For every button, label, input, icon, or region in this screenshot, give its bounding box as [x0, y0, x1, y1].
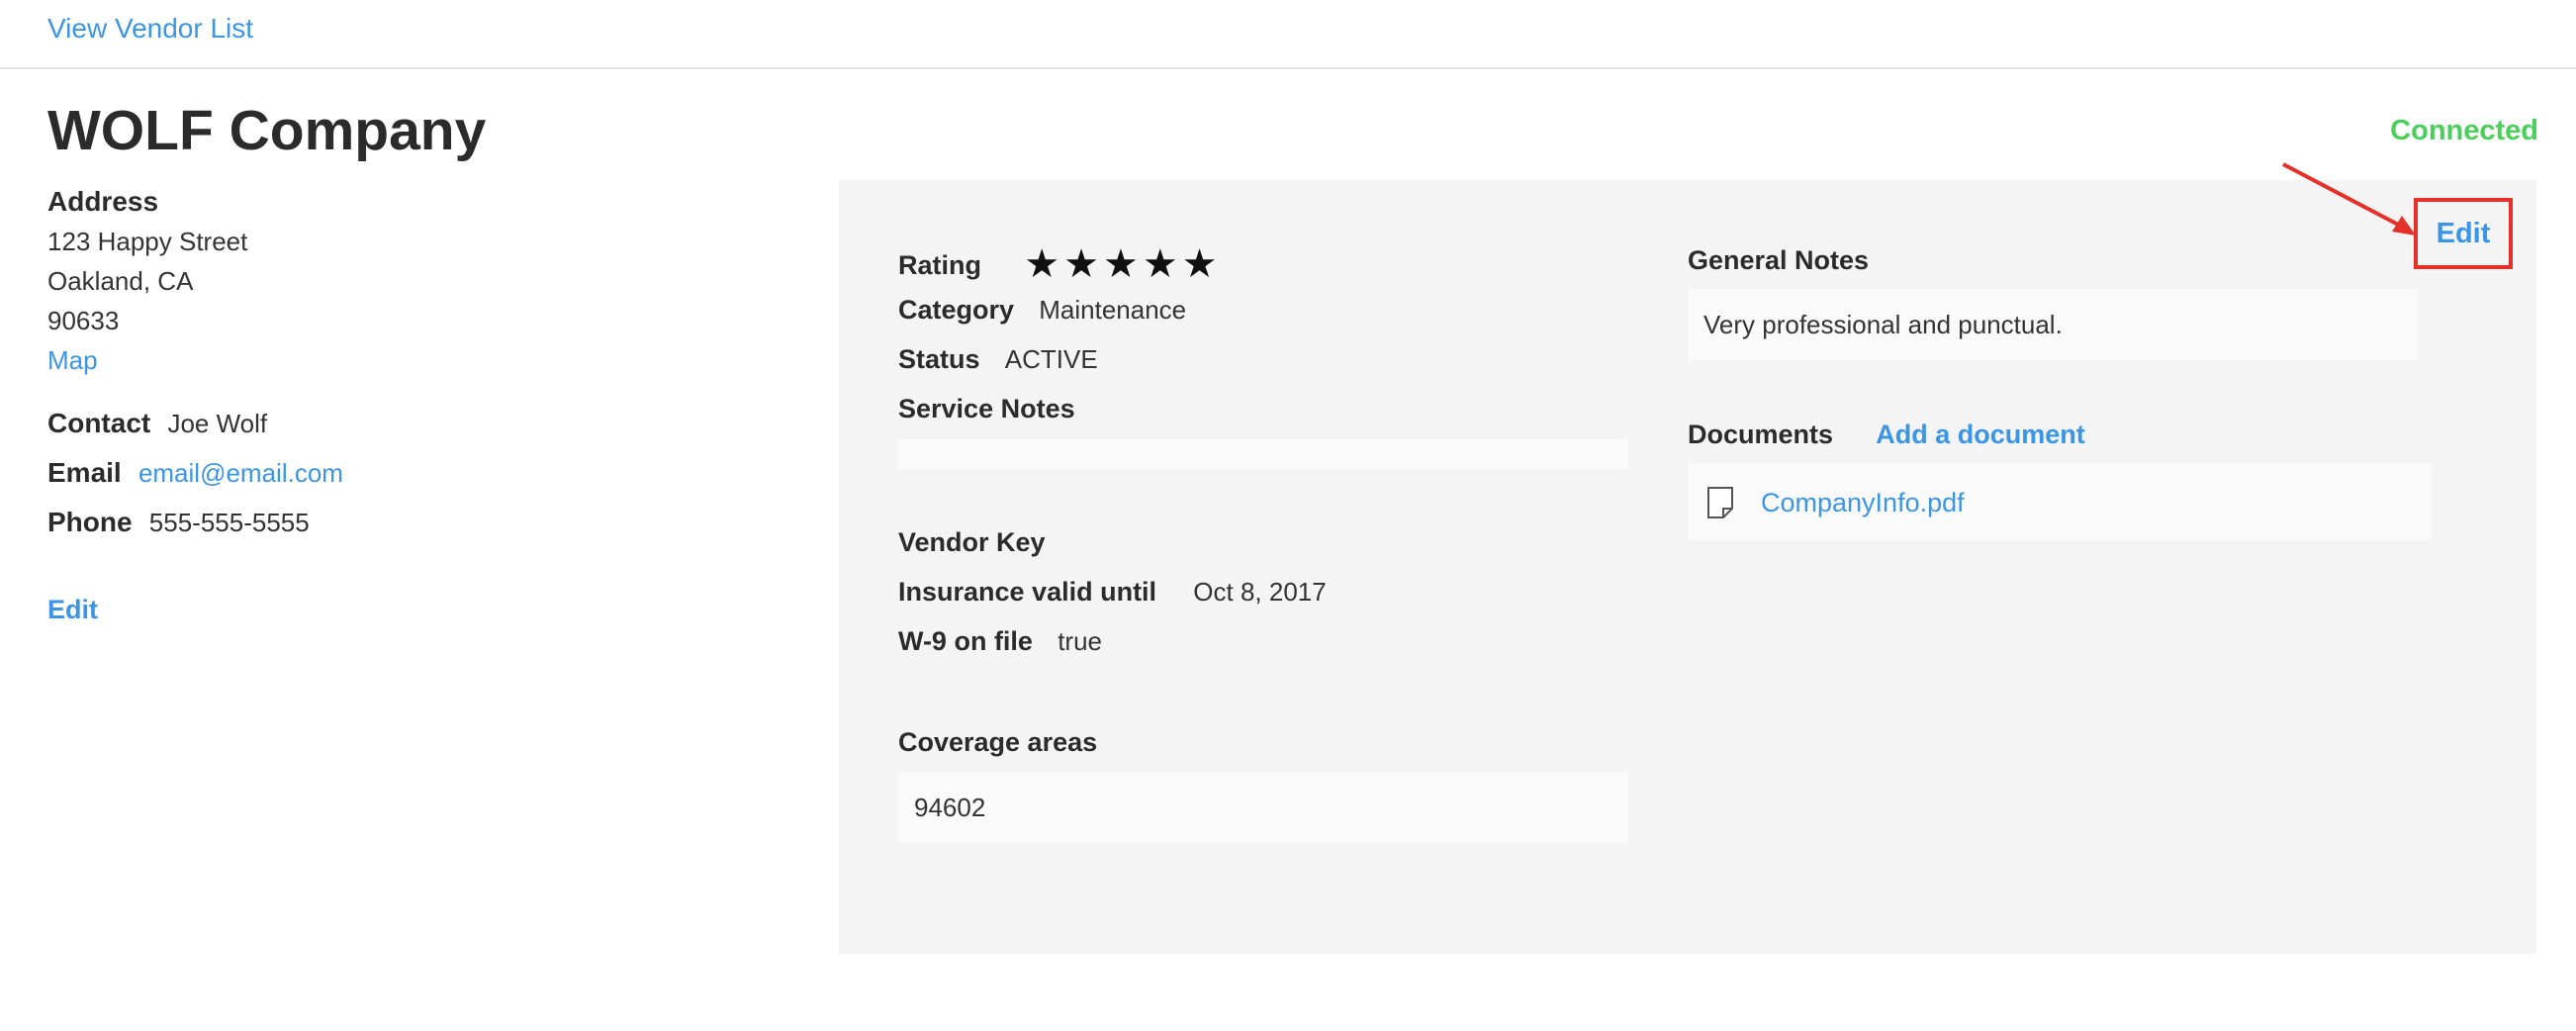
phone-value: 555-555-5555 [148, 508, 310, 537]
category-value: Maintenance [1039, 295, 1187, 325]
view-vendor-list-link[interactable]: View Vendor List [47, 13, 253, 45]
email-link[interactable]: email@email.com [138, 458, 343, 488]
documents-header: Documents Add a document [1688, 420, 2085, 450]
edit-details-button[interactable]: Edit [2437, 218, 2491, 250]
document-icon [1707, 487, 1733, 518]
vendor-info-column: Address 123 Happy Street Oakland, CA 906… [47, 182, 760, 629]
vendor-key-label: Vendor Key [898, 527, 1046, 557]
general-notes-box: Very professional and punctual. [1688, 289, 2418, 360]
status-row: Status ACTIVE [898, 344, 1630, 375]
general-notes-label: General Notes [1688, 245, 1870, 275]
document-link[interactable]: CompanyInfo.pdf [1761, 488, 1965, 518]
edit-details-highlight: Edit [2414, 198, 2513, 269]
status-label: Status [898, 344, 980, 374]
add-document-link[interactable]: Add a document [1876, 420, 2085, 449]
documents-label: Documents [1688, 420, 1834, 449]
insurance-value: Oct 8, 2017 [1193, 577, 1327, 607]
phone-label: Phone [47, 507, 133, 537]
rating-row: Rating ★★★★★ [898, 241, 1630, 287]
insurance-label: Insurance valid until [898, 577, 1157, 607]
general-notes-text: Very professional and punctual. [1703, 310, 2063, 339]
contact-name: Joe Wolf [167, 409, 268, 438]
map-link[interactable]: Map [47, 345, 98, 375]
contact-row: Contact Joe Wolf [47, 404, 760, 453]
rating-stars-icon: ★★★★★ [1024, 242, 1222, 286]
vendor-key-row: Vendor Key [898, 527, 1630, 558]
edit-contact-button[interactable]: Edit [47, 595, 98, 624]
email-label: Email [47, 457, 122, 488]
email-row: Email email@email.com [47, 453, 760, 503]
category-row: Category Maintenance [898, 295, 1630, 326]
annotation-arrow-icon [2282, 162, 2416, 235]
address-city-state: Oakland, CA [47, 266, 194, 296]
coverage-areas-box: 94602 [898, 772, 1628, 843]
service-notes-label: Service Notes [898, 394, 1075, 423]
coverage-areas-label: Coverage areas [898, 727, 1098, 757]
top-bar [0, 0, 2576, 69]
connection-status-badge: Connected [2390, 115, 2538, 146]
coverage-area-value: 94602 [914, 793, 986, 822]
address-street: 123 Happy Street [47, 227, 248, 256]
address-zip: 90633 [47, 306, 120, 335]
phone-row: Phone 555-555-5555 [47, 503, 760, 552]
w9-value: true [1058, 626, 1102, 656]
service-notes-box [898, 439, 1628, 469]
document-list: CompanyInfo.pdf [1688, 463, 2432, 540]
address-heading: Address [47, 186, 159, 217]
status-value: ACTIVE [1004, 344, 1098, 374]
contact-label: Contact [47, 408, 151, 438]
vendor-name-title: WOLF Company [47, 99, 487, 162]
rating-label: Rating [898, 250, 981, 280]
category-label: Category [898, 295, 1015, 325]
document-item[interactable]: CompanyInfo.pdf [1707, 485, 1965, 520]
insurance-row: Insurance valid until Oct 8, 2017 [898, 577, 1630, 608]
w9-label: W-9 on file [898, 626, 1033, 656]
w9-row: W-9 on file true [898, 626, 1630, 657]
